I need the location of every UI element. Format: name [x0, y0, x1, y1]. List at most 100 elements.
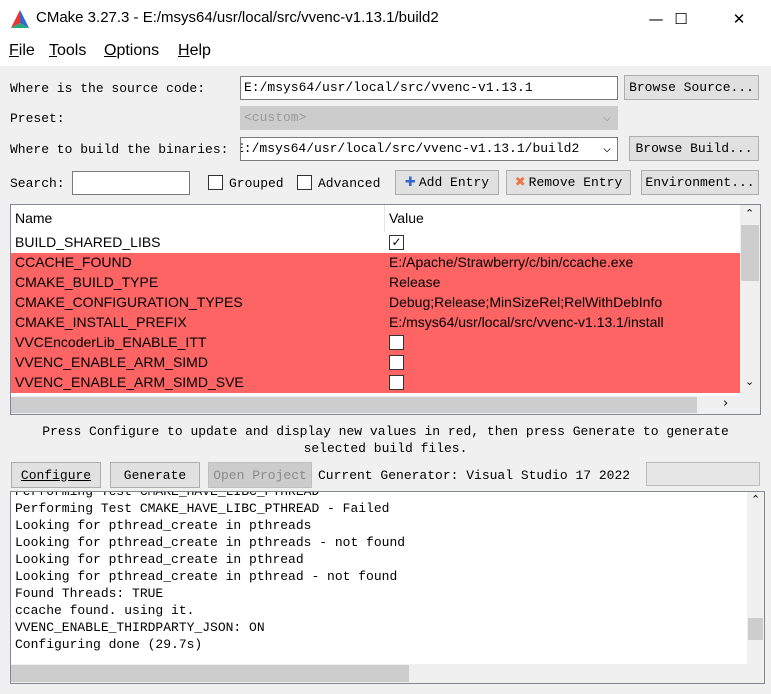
generate-label: Generate [123, 467, 187, 483]
log-line: Performing Test CMAKE_HAVE_LIBC_PTHREAD [15, 491, 320, 499]
entry-name: BUILD_SHARED_LIBS [15, 234, 161, 250]
log-line: Found Threads: TRUE [15, 586, 164, 601]
remove-icon: ✖ [514, 175, 526, 190]
column-header-name[interactable]: Name [11, 205, 385, 232]
search-input[interactable] [72, 171, 190, 195]
configure-label: Configure [20, 467, 92, 483]
menu-tools-label: ools [57, 42, 87, 59]
menu-options-key: O [104, 42, 117, 59]
entry-name: CMAKE_CONFIGURATION_TYPES [15, 294, 243, 310]
log-line: Looking for pthread_create in pthreads -… [15, 535, 406, 550]
chevron-down-icon: ⌵ [603, 141, 611, 156]
menu-help-key: H [178, 42, 190, 59]
cache-table: Name Value BUILD_SHARED_LIBS ✓ CCACHE_FOUN… [10, 204, 761, 415]
window-title: CMake 3.27.3 - E:/msys64/usr/local/src/v… [36, 9, 439, 26]
advanced-label: Advanced [318, 176, 381, 191]
value-checkbox[interactable] [389, 335, 404, 350]
search-label: Search: [10, 176, 65, 191]
horizontal-scrollbar-thumb[interactable] [11, 397, 697, 413]
remove-entry-label: Remove Entry [528, 175, 623, 190]
scroll-up-icon[interactable]: ⌃ [751, 493, 760, 506]
log-line: Performing Test CMAKE_HAVE_LIBC_PTHREAD … [15, 501, 390, 516]
generate-button[interactable]: Generate [110, 462, 200, 488]
entry-name: VVENC_ENABLE_ARM_SIMD [15, 354, 208, 370]
close-button[interactable]: ✕ [716, 0, 762, 38]
entry-value[interactable]: E:/Apache/Strawberry/c/bin/ccache.exe [389, 254, 633, 270]
table-row[interactable]: BUILD_SHARED_LIBS ✓ [11, 233, 740, 253]
log-vertical-scrollbar-thumb[interactable] [748, 618, 763, 640]
browse-source-button[interactable]: Browse Source... [624, 75, 759, 100]
log-horizontal-scrollbar-thumb[interactable] [11, 665, 409, 682]
grouped-label: Grouped [229, 176, 284, 191]
scroll-down-icon[interactable]: ⌄ [745, 375, 754, 388]
menu-file-label: ile [18, 42, 35, 59]
source-input[interactable]: E:/msys64/usr/local/src/vvenc-v1.13.1 [240, 76, 618, 100]
plus-icon: ✚ [404, 175, 416, 190]
menu-tools[interactable]: Tools [49, 42, 86, 60]
value-checkbox[interactable] [389, 375, 404, 390]
entry-name: CCACHE_FOUND [15, 254, 132, 270]
vertical-scrollbar-thumb[interactable] [741, 225, 759, 281]
log-line: VVENC_ENABLE_THIRDPARTY_JSON: ON [15, 620, 265, 635]
menu-tools-key: T [49, 42, 57, 59]
advanced-checkbox[interactable] [297, 175, 312, 190]
preset-value: <custom> [244, 110, 307, 125]
entry-name: CMAKE_BUILD_TYPE [15, 274, 159, 290]
configure-button[interactable]: Configure [11, 462, 101, 488]
menu-options[interactable]: Options [104, 42, 159, 60]
environment-button[interactable]: Environment... [641, 170, 759, 195]
progress-bar [646, 462, 760, 486]
add-entry-button[interactable]: ✚ Add Entry [395, 170, 499, 195]
browse-build-button[interactable]: Browse Build... [629, 136, 759, 161]
grouped-checkbox[interactable] [208, 175, 223, 190]
entry-name: CMAKE_INSTALL_PREFIX [15, 314, 187, 330]
log-horizontal-scrollbar[interactable] [11, 664, 764, 683]
log-line: Looking for pthread_create in pthread [15, 552, 304, 567]
menu-help-label: elp [189, 42, 211, 59]
hint-text: Press Configure to update and display ne… [42, 424, 729, 456]
entry-value[interactable]: Debug;Release;MinSizeRel;RelWithDebInfo [389, 294, 662, 310]
log-line: Configuring done (29.7s) [15, 637, 203, 652]
log-line: Looking for pthread_create in pthreads [15, 518, 312, 533]
log-vertical-scrollbar[interactable]: ⌃ [747, 492, 764, 664]
table-row[interactable]: CMAKE_BUILD_TYPE Release [11, 273, 740, 293]
title-bar: CMake 3.27.3 - E:/msys64/usr/local/src/v… [0, 0, 771, 38]
log-line: Looking for pthread_create in pthread - … [15, 569, 398, 584]
current-generator: Current Generator: Visual Studio 17 2022 [318, 468, 631, 483]
source-label: Where is the source code: [10, 81, 206, 96]
build-label: Where to build the binaries: [10, 142, 229, 157]
maximize-button[interactable]: ☐ [658, 0, 704, 38]
scroll-right-icon[interactable]: › [723, 396, 728, 411]
vertical-scrollbar[interactable]: ⌃ ⌄ [740, 205, 760, 396]
preset-select[interactable]: <custom> ⌵ [240, 106, 618, 130]
table-row[interactable]: CMAKE_INSTALL_PREFIX E:/msys64/usr/local/… [11, 313, 740, 333]
table-row[interactable]: VVENC_ENABLE_ARM_SIMD [11, 353, 740, 373]
cmake-logo-icon [11, 10, 29, 28]
scroll-up-icon[interactable]: ⌃ [745, 207, 754, 220]
open-project-button[interactable]: Open Project [208, 462, 312, 488]
output-log[interactable]: Performing Test CMAKE_HAVE_LIBC_PTHREAD P… [10, 491, 765, 684]
build-value: E:/msys64/usr/local/src/vvenc-v1.13.1/bu… [240, 141, 580, 156]
menu-file-key: F [9, 42, 19, 59]
table-row[interactable]: VVENC_ENABLE_ARM_SIMD_SVE [11, 373, 740, 393]
preset-label: Preset: [10, 111, 65, 126]
entry-value[interactable]: E:/msys64/usr/local/src/vvenc-v1.13.1/in… [389, 314, 664, 330]
value-checkbox[interactable]: ✓ [389, 235, 404, 250]
entry-name: VVENC_ENABLE_ARM_SIMD_SVE [15, 374, 244, 390]
table-row[interactable]: CMAKE_CONFIGURATION_TYPES Debug;Release;M… [11, 293, 740, 313]
log-line: ccache found. using it. [15, 603, 195, 618]
menu-options-label: ptions [116, 42, 160, 59]
value-checkbox[interactable] [389, 355, 404, 370]
table-row[interactable]: VVCEncoderLib_ENABLE_ITT [11, 333, 740, 353]
column-header-value[interactable]: Value [385, 205, 740, 232]
entry-name: VVCEncoderLib_ENABLE_ITT [15, 334, 207, 350]
chevron-down-icon: ⌵ [603, 110, 611, 125]
entry-value[interactable]: Release [389, 274, 440, 290]
menu-file[interactable]: File [9, 42, 35, 60]
table-row[interactable]: CCACHE_FOUND E:/Apache/Strawberry/c/bin/c… [11, 253, 740, 273]
horizontal-scrollbar[interactable]: › [11, 396, 760, 414]
build-select[interactable]: E:/msys64/usr/local/src/vvenc-v1.13.1/bu… [240, 137, 618, 161]
menu-help[interactable]: Help [178, 42, 211, 60]
remove-entry-button[interactable]: ✖ Remove Entry [506, 170, 631, 195]
menu-bar: File Tools Options Help [0, 38, 771, 66]
